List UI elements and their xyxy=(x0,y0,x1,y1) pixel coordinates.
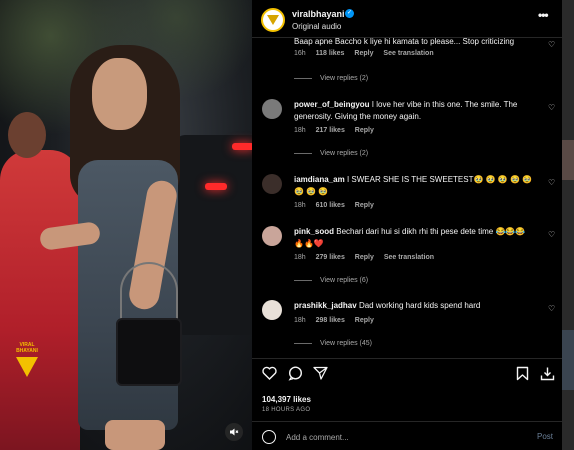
comment-body: Dad working hard kids spend hard xyxy=(358,301,481,310)
post-timestamp: 18 HOURS AGO xyxy=(262,407,311,413)
view-replies-label: View replies (45) xyxy=(320,340,373,347)
avatar[interactable] xyxy=(262,174,282,194)
heart-icon[interactable]: ♡ xyxy=(548,178,555,187)
avatar[interactable] xyxy=(262,226,282,246)
handbag xyxy=(116,318,182,386)
person-red-head xyxy=(8,112,46,158)
comment-likes[interactable]: 298 likes xyxy=(316,317,345,324)
comment-time: 18h xyxy=(294,127,306,134)
watermark-triangle-icon xyxy=(16,357,38,377)
comment-username[interactable]: power_of_beingyou xyxy=(294,100,370,109)
next-post-preview[interactable] xyxy=(562,0,574,450)
brand-logo-icon xyxy=(267,15,279,25)
watermark-logo: VIRAL BHAYANI xyxy=(12,342,42,380)
comment-time: 18h xyxy=(294,317,306,324)
reply-button[interactable]: Reply xyxy=(355,317,374,324)
download-icon[interactable] xyxy=(540,366,555,384)
comment-likes[interactable]: 217 likes xyxy=(316,127,345,134)
header-username[interactable]: viralbhayani xyxy=(292,9,345,19)
preview-block xyxy=(562,140,574,180)
comment-text: power_of_beingyou I love her vibe in thi… xyxy=(294,99,534,123)
original-audio-link[interactable]: Original audio xyxy=(292,22,341,31)
comment-time: 18h xyxy=(294,254,306,261)
view-replies-label: View replies (6) xyxy=(320,277,369,284)
comment-likes[interactable]: 279 likes xyxy=(316,254,345,261)
handbag-strap xyxy=(120,262,178,322)
view-replies-button[interactable]: View replies (2) xyxy=(294,150,368,157)
comments-list[interactable]: Baap apne Baccho k liye hi kamata to ple… xyxy=(252,38,562,358)
heart-icon[interactable]: ♡ xyxy=(548,103,555,112)
comment-username[interactable]: iamdiana_am xyxy=(294,175,345,184)
post-panel: viralbhayani ✓ Original audio ••• Baap a… xyxy=(252,0,562,450)
post-button[interactable]: Post xyxy=(537,432,553,441)
avatar[interactable] xyxy=(262,99,282,119)
view-replies-button[interactable]: View replies (2) xyxy=(294,75,368,82)
view-replies-label: View replies (2) xyxy=(320,150,369,157)
share-icon[interactable] xyxy=(313,366,328,383)
reply-button[interactable]: Reply xyxy=(355,127,374,134)
divider xyxy=(294,280,312,281)
post-header: viralbhayani ✓ Original audio ••• xyxy=(252,0,562,38)
divider xyxy=(294,78,312,79)
likes-count[interactable]: 104,397 likes xyxy=(262,395,311,404)
heart-icon[interactable]: ♡ xyxy=(548,304,555,313)
car-tail-light xyxy=(232,143,252,150)
verified-badge-icon: ✓ xyxy=(345,9,354,18)
view-replies-button[interactable]: View replies (6) xyxy=(294,277,368,284)
comment-meta: 18h 610 likes Reply xyxy=(294,202,382,209)
background-car xyxy=(175,135,252,335)
comment-meta: 18h 279 likes Reply See translation xyxy=(294,254,442,261)
more-dots-icon[interactable]: ••• xyxy=(538,8,549,22)
comment-meta: 18h 298 likes Reply xyxy=(294,317,382,324)
see-translation-button[interactable]: See translation xyxy=(383,50,433,57)
woman-legs xyxy=(105,420,165,450)
comment-text: prashikk_jadhav Dad working hard kids sp… xyxy=(294,300,534,312)
avatar[interactable] xyxy=(261,8,285,32)
bookmark-icon[interactable] xyxy=(516,366,529,384)
comment-text: pink_sood Bechari dari hui si dikh rhi t… xyxy=(294,226,534,250)
post-actions: 104,397 likes 18 HOURS AGO Post xyxy=(252,358,562,450)
divider xyxy=(294,343,312,344)
emoji-icon[interactable] xyxy=(262,430,276,444)
person-red-outfit xyxy=(0,150,80,450)
car-tail-light xyxy=(205,183,227,190)
view-replies-label: View replies (2) xyxy=(320,75,369,82)
comment-time: 18h xyxy=(294,202,306,209)
view-replies-button[interactable]: View replies (45) xyxy=(294,340,372,347)
comment-meta: 16h 118 likes Reply See translation xyxy=(294,50,442,57)
heart-icon[interactable]: ♡ xyxy=(548,230,555,239)
comment-username[interactable]: pink_sood xyxy=(294,227,334,236)
heart-icon[interactable]: ♡ xyxy=(548,40,555,49)
comment-icon[interactable] xyxy=(288,366,303,384)
heart-icon[interactable] xyxy=(262,366,277,383)
avatar[interactable] xyxy=(262,300,282,320)
speaker-muted-icon[interactable] xyxy=(225,423,243,441)
reply-button[interactable]: Reply xyxy=(355,254,374,261)
add-comment-row: Post xyxy=(252,421,562,450)
comment-time: 16h xyxy=(294,50,306,57)
comment-text: iamdiana_am I SWEAR SHE IS THE SWEETEST🥹… xyxy=(294,174,534,198)
see-translation-button[interactable]: See translation xyxy=(384,254,434,261)
post-viewer: VIRAL BHAYANI viralbhayani ✓ Original au… xyxy=(0,0,574,450)
watermark-text: VIRAL BHAYANI xyxy=(16,342,38,354)
woman-face xyxy=(92,58,147,130)
comment-text: Baap apne Baccho k liye hi kamata to ple… xyxy=(294,38,515,46)
reel-video[interactable]: VIRAL BHAYANI xyxy=(0,0,252,450)
preview-block xyxy=(562,330,574,390)
reply-button[interactable]: Reply xyxy=(355,202,374,209)
comment-username[interactable]: prashikk_jadhav xyxy=(294,301,357,310)
reply-button[interactable]: Reply xyxy=(354,50,373,57)
comment-input[interactable] xyxy=(286,429,506,445)
comment-meta: 18h 217 likes Reply xyxy=(294,127,382,134)
comment-likes[interactable]: 118 likes xyxy=(316,50,345,57)
comment-likes[interactable]: 610 likes xyxy=(316,202,345,209)
divider xyxy=(294,153,312,154)
